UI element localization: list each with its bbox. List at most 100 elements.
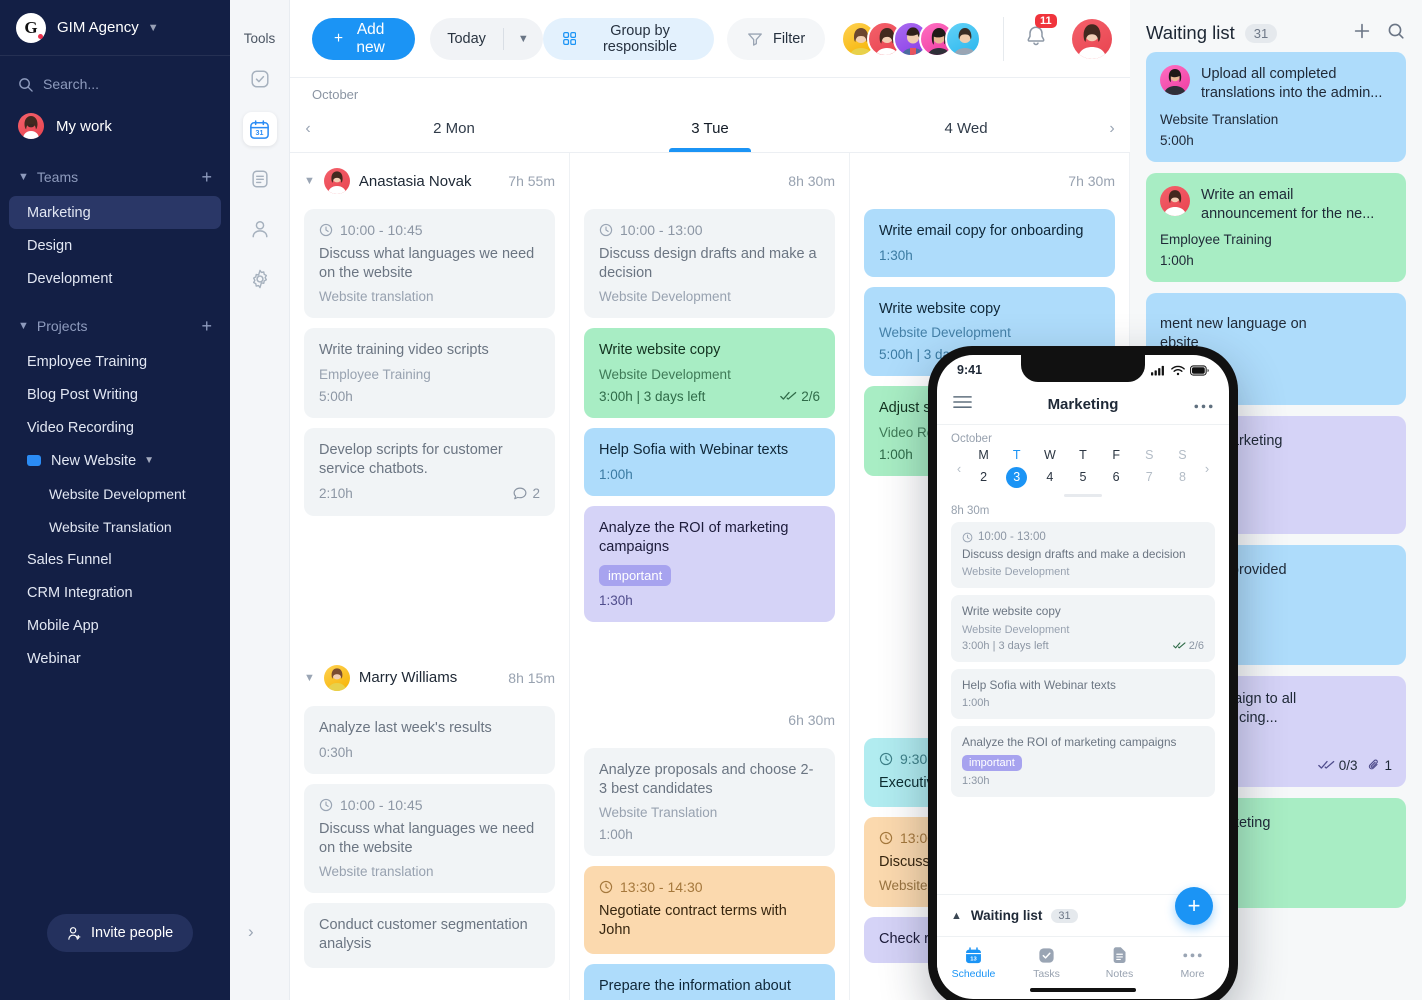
responsible-avatars[interactable]	[841, 20, 982, 57]
task-title: Analyze the ROI of marketing campaigns	[599, 519, 789, 555]
waiting-item-project: Website Translation	[1160, 111, 1279, 127]
today-selector[interactable]: Today ▼	[430, 17, 543, 60]
task-project: Website translation	[319, 864, 434, 880]
gear-icon[interactable]	[243, 262, 277, 296]
today-label: Today	[447, 30, 486, 47]
day-letter: T	[1079, 448, 1087, 462]
person-icon[interactable]	[243, 212, 277, 246]
task-card[interactable]: Conduct customer segmentation analysis	[304, 903, 555, 969]
notes-icon[interactable]	[243, 162, 277, 196]
phone-task-card[interactable]: Analyze the ROI of marketing campaigns i…	[951, 725, 1215, 798]
sidebar-item-marketing[interactable]: Marketing	[9, 196, 221, 229]
day-tab-mon[interactable]: 2 Mon	[326, 105, 582, 152]
phone-task-card[interactable]: Write website copy Website Development 3…	[951, 595, 1215, 662]
add-team-button[interactable]: +	[201, 168, 212, 186]
sidebar-item-design[interactable]: Design	[9, 229, 221, 262]
section-label: Projects	[36, 318, 88, 334]
task-card[interactable]: Develop scripts for customer service cha…	[304, 427, 555, 516]
row-header-marry[interactable]: ▼ Marry Williams 8h 15m	[304, 650, 555, 706]
phone-tab-tasks[interactable]: Tasks	[1010, 937, 1083, 988]
task-duration: 3:00h | 3 days left	[599, 388, 706, 404]
group-by-label: Group by responsible	[602, 22, 678, 55]
task-card[interactable]: Analyze proposals and choose 2-3 best ca…	[584, 747, 835, 857]
task-card[interactable]: 10:00 - 10:45 Discuss what languages we …	[304, 209, 555, 319]
task-card[interactable]: Help Sofia with Webinar texts 1:00h	[584, 427, 835, 496]
next-week-button[interactable]: ›	[1199, 461, 1215, 476]
task-card[interactable]: Write website copy Website Development 3…	[584, 328, 835, 418]
more-icon[interactable]	[1194, 396, 1213, 414]
row-total-wed: 7h 30m	[864, 153, 1115, 209]
chevron-down-icon: ▼	[144, 455, 155, 466]
phone-tab-schedule[interactable]: 13 Schedule	[937, 937, 1010, 988]
phone-day-mon[interactable]: M2	[967, 448, 1000, 488]
add-task-button[interactable]	[1352, 21, 1372, 46]
task-card[interactable]: 13:30 - 14:30 Negotiate contract terms w…	[584, 866, 835, 955]
phone-day-sun[interactable]: S8	[1166, 448, 1199, 488]
sidebar-item-employee-training[interactable]: Employee Training	[9, 345, 221, 378]
hamburger-menu-icon[interactable]	[953, 395, 972, 414]
sidebar-item-my-work[interactable]: My work	[0, 106, 230, 146]
phone-month-label: October	[951, 433, 992, 445]
phone-day-fri[interactable]: F6	[1100, 448, 1133, 488]
search-input[interactable]: Search...	[0, 62, 230, 106]
sidebar-section-teams[interactable]: ▼ Teams +	[0, 158, 230, 196]
task-card[interactable]: 10:00 - 10:45 Discuss what languages we …	[304, 783, 555, 894]
expand-sidebar-button[interactable]: ›	[248, 922, 254, 942]
current-user-avatar[interactable]	[1072, 18, 1112, 59]
sidebar-item-webinar[interactable]: Webinar	[9, 642, 221, 675]
phone-tab-notes[interactable]: Notes	[1083, 937, 1156, 988]
prev-day-button[interactable]: ‹	[290, 120, 326, 138]
chevron-down-icon[interactable]: ▼	[504, 33, 543, 45]
next-day-button[interactable]: ›	[1094, 120, 1130, 138]
group-by-responsible-button[interactable]: Group by responsible	[542, 17, 714, 60]
waiting-list-item[interactable]: Upload all completed translations into t…	[1146, 52, 1406, 162]
notifications-button[interactable]: 11	[1024, 14, 1057, 53]
add-new-button[interactable]: + Add new	[312, 17, 416, 60]
waiting-list-item[interactable]: Write an email announcement for the ne..…	[1146, 172, 1406, 283]
task-meta: 1:30h	[599, 593, 820, 608]
task-card[interactable]: Write training video scripts Employee Tr…	[304, 328, 555, 418]
sidebar-item-blog-post-writing[interactable]: Blog Post Writing	[9, 378, 221, 411]
workspace-switcher[interactable]: G GIM Agency ▼	[0, 0, 230, 56]
row-header-anastasia[interactable]: ▼ Anastasia Novak 7h 55m	[304, 153, 555, 209]
task-time: 10:00 - 13:00	[599, 222, 820, 238]
add-task-fab[interactable]: +	[1175, 887, 1213, 925]
task-duration: 1:30h	[599, 592, 633, 608]
sidebar-item-label: CRM Integration	[27, 584, 133, 601]
task-duration: 0:30h	[319, 744, 353, 760]
calendar-icon[interactable]: 31	[242, 112, 277, 146]
avatar[interactable]	[945, 20, 982, 57]
add-project-button[interactable]: +	[201, 317, 212, 335]
day-tab-tue[interactable]: 3 Tue	[582, 105, 838, 152]
day-tab-wed[interactable]: 4 Wed	[838, 105, 1094, 152]
tasks-icon[interactable]	[243, 62, 277, 96]
sidebar-item-crm-integration[interactable]: CRM Integration	[9, 576, 221, 609]
prev-week-button[interactable]: ‹	[951, 461, 967, 476]
phone-task-card[interactable]: 10:00 - 13:00 Discuss design drafts and …	[951, 522, 1215, 589]
phone-day-wed[interactable]: W4	[1033, 448, 1066, 488]
phone-tab-more[interactable]: More	[1156, 937, 1229, 988]
phone-day-sat[interactable]: S7	[1133, 448, 1166, 488]
sidebar-item-mobile-app[interactable]: Mobile App	[9, 609, 221, 642]
sidebar-section-projects[interactable]: ▼ Projects +	[0, 307, 230, 345]
phone-task-card[interactable]: Help Sofia with Webinar texts 1:00h	[951, 668, 1215, 719]
phone-title: Marketing	[1047, 396, 1119, 413]
sidebar-item-new-website[interactable]: New Website ▼	[9, 444, 221, 477]
sidebar-item-video-recording[interactable]: Video Recording	[9, 411, 221, 444]
phone-day-thu[interactable]: T5	[1066, 448, 1099, 488]
task-card[interactable]: Prepare the information about	[584, 964, 835, 1000]
chevron-down-icon[interactable]: ▼	[304, 175, 315, 187]
task-card[interactable]: Write email copy for onboarding 1:30h	[864, 209, 1115, 278]
sidebar-item-website-translation[interactable]: Website Translation	[9, 510, 221, 543]
filter-button[interactable]: Filter	[726, 17, 826, 60]
sidebar-item-sales-funnel[interactable]: Sales Funnel	[9, 543, 221, 576]
task-card[interactable]: 10:00 - 13:00 Discuss design drafts and …	[584, 209, 835, 319]
phone-day-tue[interactable]: T3	[1000, 448, 1033, 488]
sidebar-item-website-development[interactable]: Website Development	[9, 477, 221, 510]
chevron-down-icon[interactable]: ▼	[304, 672, 315, 684]
sidebar-item-development[interactable]: Development	[9, 262, 221, 295]
invite-people-button[interactable]: Invite people	[47, 914, 194, 952]
task-card[interactable]: Analyze last week's results 0:30h	[304, 705, 555, 774]
search-waiting-list-button[interactable]	[1386, 21, 1406, 46]
task-card[interactable]: Analyze the ROI of marketing campaigns i…	[584, 505, 835, 622]
